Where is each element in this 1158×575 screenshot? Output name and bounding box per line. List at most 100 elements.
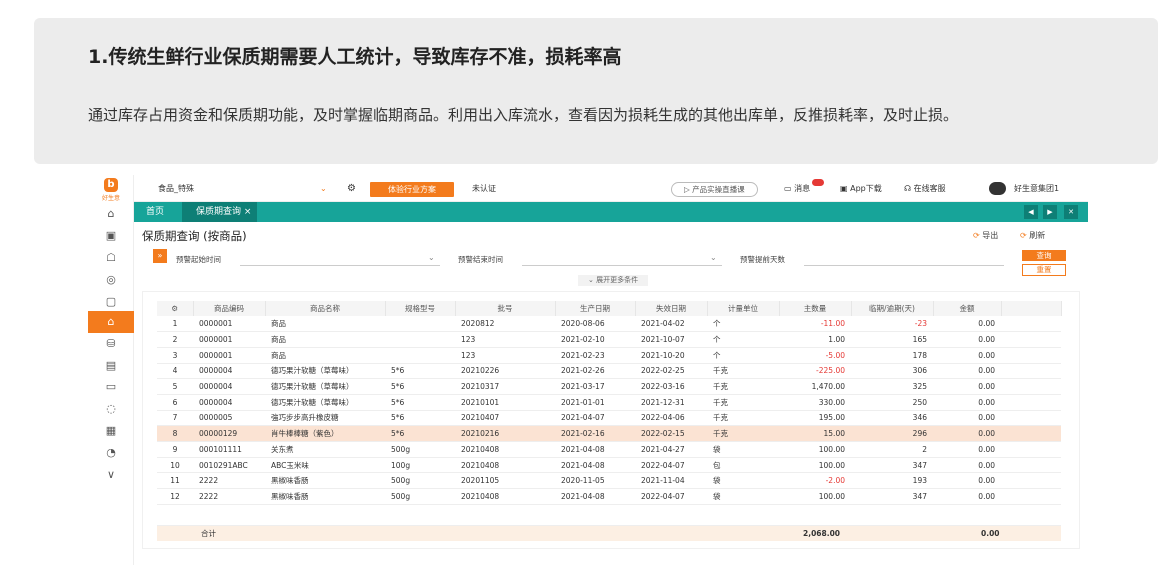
column-header[interactable]: 生产日期 xyxy=(555,301,636,316)
query-button[interactable]: 查询 xyxy=(1022,250,1066,261)
table-row[interactable]: 8 00000129 肖牛棒棒糖（紫色） 5*6 20210216 2021-02-16 2… xyxy=(157,425,1061,442)
chevron-down-icon[interactable]: ⌄ xyxy=(428,253,435,262)
cell-unit: 袋 xyxy=(707,472,779,490)
tab-close-all-icon[interactable]: ✕ xyxy=(1064,205,1078,219)
eye-icon[interactable]: ◎ xyxy=(88,269,134,291)
cell-name: 德巧果汁软糖（草莓味） xyxy=(265,378,385,395)
industry-solution-button[interactable]: 体验行业方案 xyxy=(370,182,454,197)
cell-amount: 0.00 xyxy=(933,457,1001,474)
user-name[interactable]: 好生意集团1 xyxy=(1014,175,1059,202)
auth-status[interactable]: 未认证 xyxy=(472,175,496,202)
cell-blank xyxy=(1001,425,1061,442)
cell-code: 2222 xyxy=(193,472,265,490)
cell-idx: 4 xyxy=(157,363,193,380)
table-row[interactable]: 6 0000004 德巧果汁软糖（草莓味） 5*6 20210101 2021-01-01… xyxy=(157,394,1061,411)
report-icon[interactable]: ▭ xyxy=(88,376,134,398)
column-header[interactable]: 计量单位 xyxy=(707,301,780,316)
cell-idx: 12 xyxy=(157,488,193,505)
column-header[interactable]: 失效日期 xyxy=(635,301,708,316)
inventory-icon[interactable]: ⌂ xyxy=(88,311,134,333)
cell-code: 0000004 xyxy=(193,363,265,380)
table-row[interactable]: 10 0010291ABC ABC玉米味 100g 20210408 2021-04-08… xyxy=(157,457,1061,474)
cell-qty: -11.00 xyxy=(779,316,851,333)
column-settings-icon[interactable]: ⚙ xyxy=(157,301,194,316)
cell-amount: 0.00 xyxy=(933,425,1001,442)
cell-spec: 500g xyxy=(385,441,455,458)
table-row[interactable]: 11 2222 黑椒味香肠 500g 20201105 2020-11-05 2021-11… xyxy=(157,472,1061,490)
tab-shelf-life[interactable]: 保质期查询 × xyxy=(182,202,258,222)
collapse-toggle-icon[interactable]: » xyxy=(153,249,167,263)
store-icon[interactable]: ☖ xyxy=(88,247,134,269)
table-row[interactable]: 9 000101111 关东煮 500g 20210408 2021-04-08 2021-… xyxy=(157,441,1061,458)
refresh-button[interactable]: ⟳ 刷新 xyxy=(1020,230,1045,241)
end-time-input[interactable] xyxy=(522,265,722,266)
cell-days: -23 xyxy=(851,316,933,333)
online-service-button[interactable]: ☊ 在线客服 xyxy=(904,175,946,202)
app-logo: b 好生意 xyxy=(94,178,128,204)
cell-name: 強巧步步高升橡皮糖 xyxy=(265,410,385,427)
column-header[interactable]: 规格型号 xyxy=(385,301,456,316)
tab-home[interactable]: 首页 xyxy=(146,202,164,222)
refresh-circle-icon[interactable]: ◌ xyxy=(88,398,134,420)
v-icon[interactable]: ∨ xyxy=(88,464,134,486)
column-header[interactable]: 商品编码 xyxy=(193,301,266,316)
column-header[interactable]: 主数量 xyxy=(779,301,852,316)
table-row[interactable]: 3 0000001 商品 123 2021-02-23 2021-10-20 个 -5.00 1… xyxy=(157,347,1061,364)
column-header[interactable]: 金额 xyxy=(933,301,1002,316)
tab-prev-icon[interactable]: ◀ xyxy=(1024,205,1038,219)
tab-next-icon[interactable]: ▶ xyxy=(1043,205,1057,219)
table-row[interactable]: 4 0000004 德巧果汁软糖（草莓味） 5*6 20210226 2021-02-26… xyxy=(157,363,1061,380)
column-header[interactable]: 临期/逾期(天) xyxy=(851,301,934,316)
intro-title: 1.传统生鲜行业保质期需要人工统计，导致库存不准，损耗率高 xyxy=(88,46,622,68)
expand-more-button[interactable]: ⌄ 展开更多条件 xyxy=(578,275,649,286)
cell-name: 肖牛棒棒糖（紫色） xyxy=(265,425,385,442)
cell-name: 商品 xyxy=(265,347,385,364)
cell-code: 0010291ABC xyxy=(193,457,265,474)
close-icon[interactable]: × xyxy=(244,207,252,217)
chevron-down-icon[interactable]: ⌄ xyxy=(320,175,327,202)
chat-icon[interactable]: ◔ xyxy=(88,442,134,464)
total-row: 合计 2,068.00 0.00 xyxy=(157,525,1061,541)
document-icon[interactable]: ▤ xyxy=(88,355,134,377)
cell-amount: 0.00 xyxy=(933,347,1001,364)
list-icon[interactable]: ▦ xyxy=(88,420,134,442)
advance-days-input[interactable] xyxy=(804,265,1004,266)
gift-icon[interactable]: ▣ xyxy=(88,225,134,247)
table-row[interactable]: 2 0000001 商品 123 2021-02-10 2021-10-07 个 1.00 16… xyxy=(157,331,1061,348)
column-header[interactable]: 批号 xyxy=(455,301,556,316)
home-icon[interactable]: ⌂ xyxy=(88,203,134,225)
cell-spec: 5*6 xyxy=(385,425,455,442)
table-row[interactable]: 7 0000005 強巧步步高升橡皮糖 5*6 20210407 2021-04-07 20… xyxy=(157,410,1061,427)
cell-prod: 2021-04-08 xyxy=(555,441,635,458)
reset-button[interactable]: 重置 xyxy=(1022,264,1066,276)
cell-qty: 100.00 xyxy=(779,488,851,505)
column-header[interactable]: 商品名称 xyxy=(265,301,386,316)
cell-days: 347 xyxy=(851,457,933,474)
store-selector[interactable]: 食品_特殊 xyxy=(158,175,194,202)
live-course-pill[interactable]: ▷ 产品实操直播课 xyxy=(671,182,758,197)
settings-icon[interactable]: ⚙ xyxy=(347,175,356,202)
export-icon: ⟳ xyxy=(973,231,983,240)
cell-unit: 袋 xyxy=(707,441,779,458)
table-row[interactable]: 12 2222 黑椒味香肠 500g 20210408 2021-04-08 2022-04… xyxy=(157,488,1061,505)
cell-batch: 20210317 xyxy=(455,378,555,395)
table-row[interactable]: 1 0000001 商品 2020812 2020-08-06 2021-04-02 个 -1… xyxy=(157,316,1061,333)
cell-blank xyxy=(1001,410,1061,427)
cell-prod: 2020-11-05 xyxy=(555,472,635,490)
app-download-button[interactable]: ▣ App下载 xyxy=(840,175,882,202)
cell-amount: 0.00 xyxy=(933,441,1001,458)
start-time-input[interactable] xyxy=(240,265,440,266)
chevron-down-icon[interactable]: ⌄ xyxy=(710,253,717,262)
table-row[interactable]: 5 0000004 德巧果汁软糖（草莓味） 5*6 20210317 2021-03-17… xyxy=(157,378,1061,395)
cell-prod: 2020-08-06 xyxy=(555,316,635,333)
cell-prod: 2021-02-10 xyxy=(555,331,635,348)
cell-days: 296 xyxy=(851,425,933,442)
messages-button[interactable]: ▭ 消息 xyxy=(784,175,810,202)
cell-days: 306 xyxy=(851,363,933,380)
avatar[interactable] xyxy=(989,182,1006,195)
cell-qty: 1,470.00 xyxy=(779,378,851,395)
briefcase-icon[interactable]: ▢ xyxy=(88,291,134,313)
export-button[interactable]: ⟳ 导出 xyxy=(973,230,998,241)
cell-idx: 11 xyxy=(157,472,193,490)
cash-icon[interactable]: ⛁ xyxy=(88,333,134,355)
